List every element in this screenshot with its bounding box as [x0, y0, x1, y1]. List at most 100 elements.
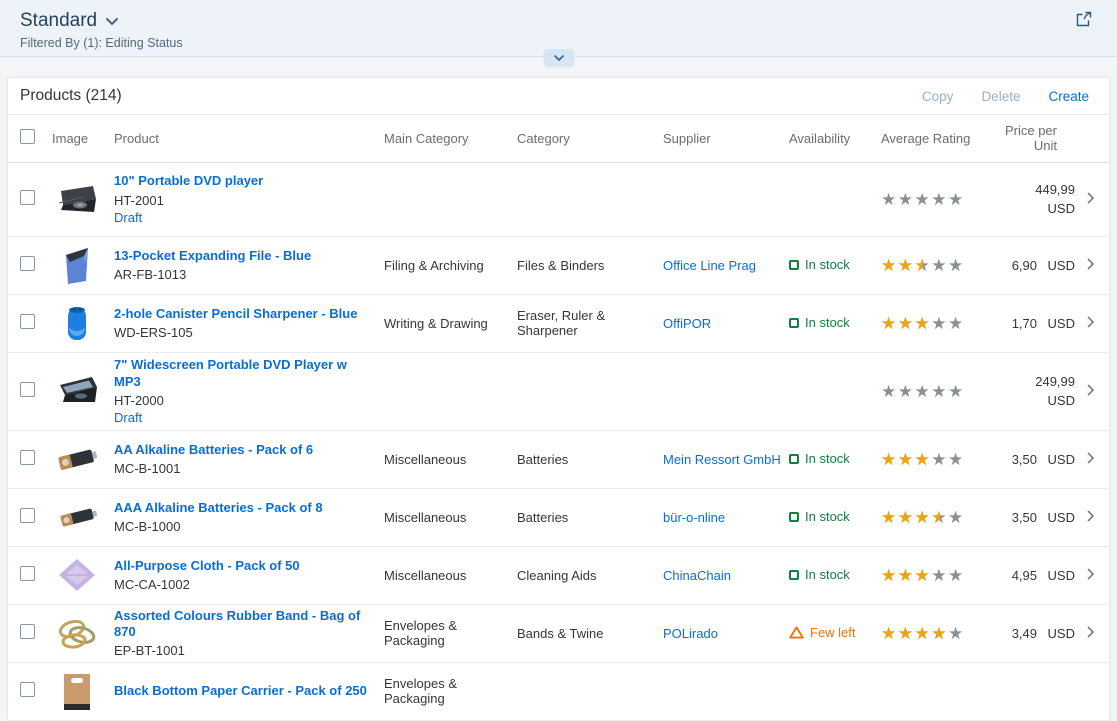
product-link[interactable]: 13-Pocket Expanding File - Blue: [114, 248, 376, 264]
supplier-link[interactable]: OffiPOR: [663, 316, 711, 331]
table-row[interactable]: AAA Alkaline Batteries - Pack of 8 MC-B-…: [8, 488, 1109, 546]
create-button[interactable]: Create: [1048, 89, 1089, 104]
row-chevron-icon[interactable]: [1086, 257, 1095, 274]
main-category-cell: Filing & Archiving: [384, 236, 517, 294]
row-chevron-icon[interactable]: [1086, 315, 1095, 332]
row-checkbox[interactable]: [20, 624, 35, 639]
main-category-cell: Miscellaneous: [384, 430, 517, 488]
column-header-availability: Availability: [789, 115, 881, 162]
product-link[interactable]: Black Bottom Paper Carrier - Pack of 250: [114, 683, 376, 699]
product-link[interactable]: Assorted Colours Rubber Band - Bag of 87…: [114, 608, 376, 641]
delete-button[interactable]: Delete: [981, 89, 1020, 104]
availability-text: In stock: [805, 315, 850, 330]
supplier-link[interactable]: Office Line Prag: [663, 258, 756, 273]
product-id: MC-B-1001: [114, 461, 376, 476]
category-cell: [517, 162, 663, 236]
price-currency: USD: [1037, 452, 1075, 467]
product-image-aaa-battery: [52, 494, 102, 540]
availability-text: In stock: [805, 509, 850, 524]
products-table-card: Products (214) Copy Delete Create Image …: [8, 78, 1109, 721]
product-id: MC-B-1000: [114, 519, 376, 534]
availability-text: In stock: [805, 257, 850, 272]
main-category-cell: [384, 352, 517, 430]
price-currency: USD: [1037, 568, 1075, 583]
row-checkbox[interactable]: [20, 508, 35, 523]
product-image-expanding-file: [52, 242, 102, 288]
product-image-all-purpose-cloth: [52, 552, 102, 598]
availability-text: Few left: [810, 625, 856, 640]
product-image-portable-dvd-player: [52, 176, 102, 222]
product-image-pencil-sharpener: [52, 300, 102, 346]
price-amount: 6,90: [1012, 258, 1037, 273]
variant-selector[interactable]: Standard: [20, 10, 97, 32]
draft-status: Draft: [114, 410, 376, 425]
filtered-by-text: Filtered By (1): Editing Status: [20, 36, 1097, 50]
product-link[interactable]: All-Purpose Cloth - Pack of 50: [114, 558, 376, 574]
price-amount: 3,50: [1012, 452, 1037, 467]
category-cell: Batteries: [517, 430, 663, 488]
price-amount: 3,49: [1012, 626, 1037, 641]
supplier-link[interactable]: POLirado: [663, 626, 718, 641]
row-chevron-icon[interactable]: [1086, 567, 1095, 584]
table-row[interactable]: Assorted Colours Rubber Band - Bag of 87…: [8, 604, 1109, 662]
table-row[interactable]: 2-hole Canister Pencil Sharpener - Blue …: [8, 294, 1109, 352]
row-checkbox[interactable]: [20, 566, 35, 581]
product-link[interactable]: 10" Portable DVD player: [114, 173, 376, 189]
in-stock-icon: [789, 454, 799, 464]
table-row[interactable]: All-Purpose Cloth - Pack of 50 MC-CA-100…: [8, 546, 1109, 604]
row-chevron-icon[interactable]: [1086, 191, 1095, 208]
product-link[interactable]: AAA Alkaline Batteries - Pack of 8: [114, 500, 376, 516]
rating-stars: ★★★★★★★★★★: [881, 625, 965, 642]
supplier-link[interactable]: bür-o-nline: [663, 510, 725, 525]
row-chevron-icon[interactable]: [1086, 509, 1095, 526]
chevron-down-icon[interactable]: [105, 13, 119, 31]
chevron-down-icon: [553, 54, 565, 62]
row-checkbox[interactable]: [20, 190, 35, 205]
in-stock-icon: [789, 318, 799, 328]
price-currency: USD: [1037, 316, 1075, 331]
copy-button[interactable]: Copy: [922, 89, 954, 104]
table-row[interactable]: 7" Widescreen Portable DVD Player w MP3 …: [8, 352, 1109, 430]
share-icon[interactable]: [1075, 10, 1093, 33]
table-row[interactable]: 13-Pocket Expanding File - Blue AR-FB-10…: [8, 236, 1109, 294]
row-checkbox[interactable]: [20, 256, 35, 271]
price-currency: USD: [1048, 391, 1075, 411]
table-row[interactable]: Black Bottom Paper Carrier - Pack of 250…: [8, 662, 1109, 720]
product-link[interactable]: 2-hole Canister Pencil Sharpener - Blue: [114, 306, 376, 322]
category-cell: Files & Binders: [517, 236, 663, 294]
price-amount: 3,50: [1012, 510, 1037, 525]
category-cell: [517, 352, 663, 430]
product-id: MC-CA-1002: [114, 577, 376, 592]
row-checkbox[interactable]: [20, 450, 35, 465]
product-image-paper-carrier: [52, 668, 102, 714]
availability-text: In stock: [805, 567, 850, 582]
row-chevron-icon[interactable]: [1086, 383, 1095, 400]
products-table: Image Product Main Category Category Sup…: [8, 115, 1109, 721]
table-row[interactable]: 10" Portable DVD player HT-2001 Draft ★★…: [8, 162, 1109, 236]
row-checkbox[interactable]: [20, 314, 35, 329]
supplier-link[interactable]: ChinaChain: [663, 568, 731, 583]
price-currency: USD: [1037, 258, 1075, 273]
row-checkbox[interactable]: [20, 682, 35, 697]
variant-filter-bar: Standard Filtered By (1): Editing Status: [0, 0, 1117, 57]
product-id: EP-BT-1001: [114, 643, 376, 658]
column-header-main-category: Main Category: [384, 115, 517, 162]
rating-stars: ★★★★★★★★★★: [881, 257, 965, 274]
table-row[interactable]: AA Alkaline Batteries - Pack of 6 MC-B-1…: [8, 430, 1109, 488]
product-id: AR-FB-1013: [114, 267, 376, 282]
supplier-link[interactable]: Mein Ressort GmbH: [663, 452, 781, 467]
row-checkbox[interactable]: [20, 382, 35, 397]
product-link[interactable]: AA Alkaline Batteries - Pack of 6: [114, 442, 376, 458]
in-stock-icon: [789, 260, 799, 270]
rating-stars: ★★★★★★★★★★: [881, 315, 965, 332]
select-all-checkbox[interactable]: [20, 129, 35, 144]
main-category-cell: Miscellaneous: [384, 488, 517, 546]
product-link[interactable]: 7" Widescreen Portable DVD Player w MP3: [114, 357, 376, 390]
table-toolbar: Products (214) Copy Delete Create: [8, 78, 1109, 115]
row-chevron-icon[interactable]: [1086, 451, 1095, 468]
row-chevron-icon[interactable]: [1086, 625, 1095, 642]
main-category-cell: Writing & Drawing: [384, 294, 517, 352]
price-currency: USD: [1048, 199, 1075, 219]
collapse-header-button[interactable]: [544, 49, 574, 66]
table-title: Products (214): [20, 87, 122, 105]
